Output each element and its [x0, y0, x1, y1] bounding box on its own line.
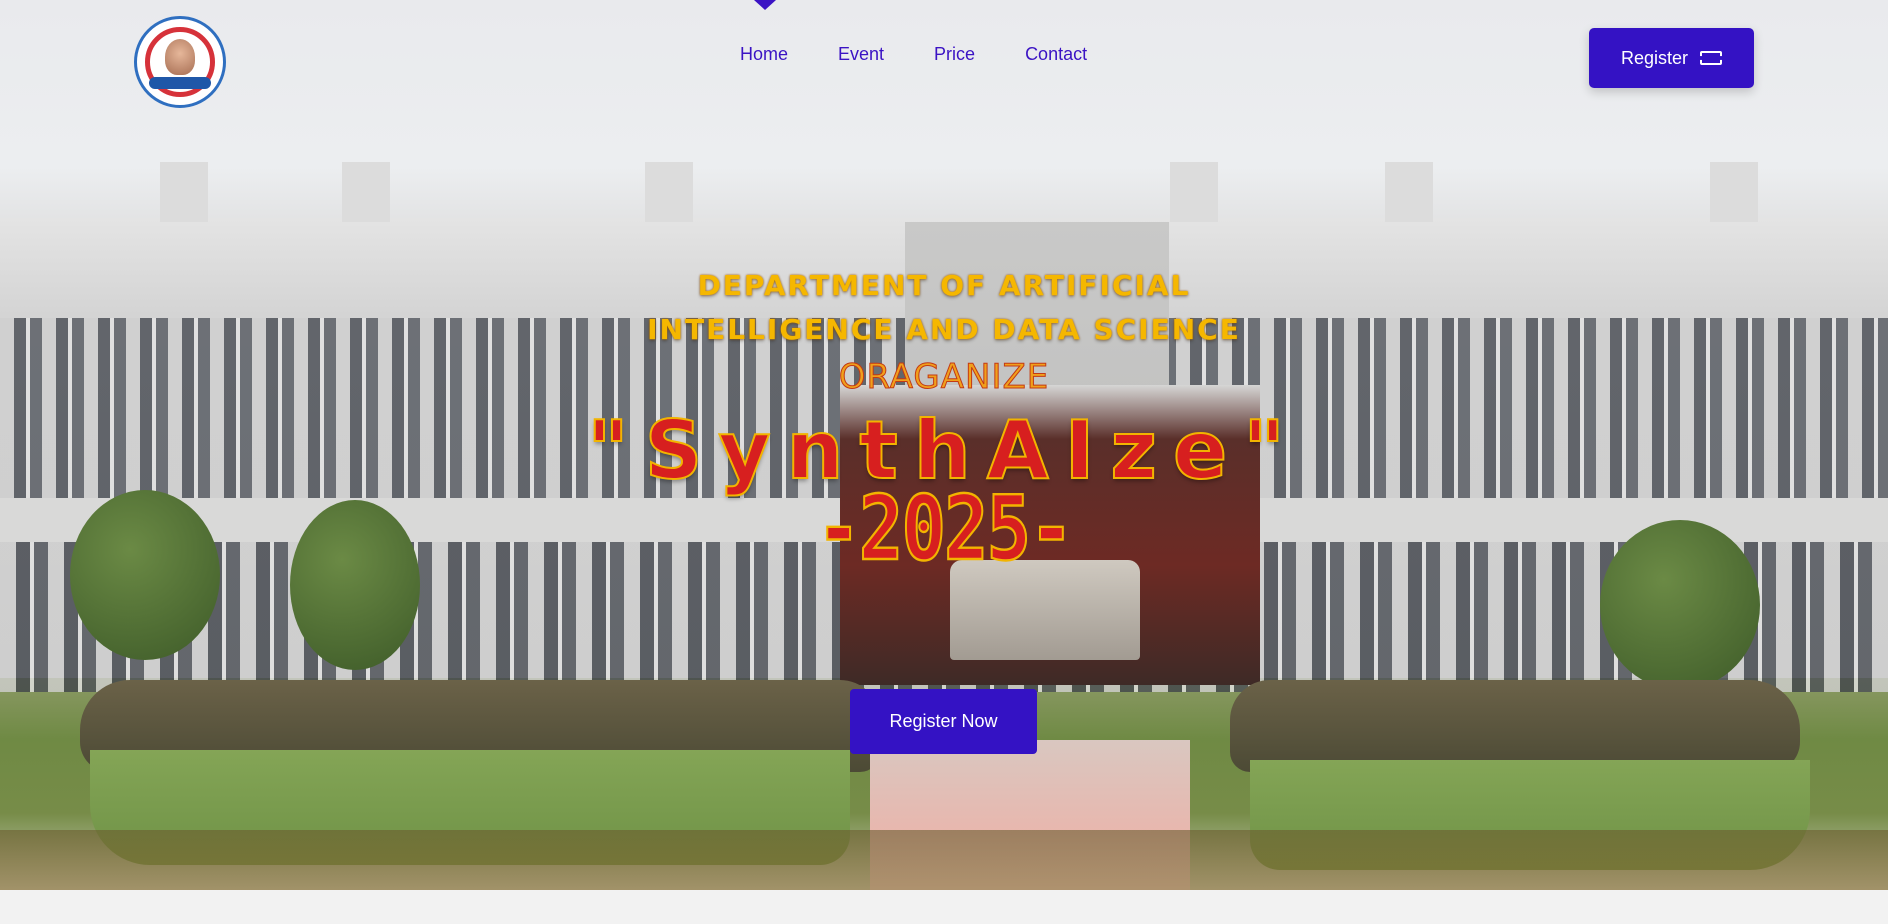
- nav-link-contact[interactable]: Contact: [1025, 44, 1087, 65]
- department-title-line1: DEPARTMENT OF ARTIFICIAL: [697, 269, 1191, 302]
- nav-link-price[interactable]: Price: [934, 44, 975, 65]
- hero-content: DEPARTMENT OF ARTIFICIAL INTELLIGENCE AN…: [0, 0, 1888, 924]
- register-button-label: Register: [1620, 47, 1689, 68]
- logo-banner: [149, 77, 211, 89]
- college-emblem-logo[interactable]: [134, 16, 226, 108]
- ticket-icon: [1699, 51, 1724, 65]
- register-now-button[interactable]: Register Now: [850, 689, 1037, 754]
- organize-text: ORAGANIZE: [838, 357, 1050, 398]
- nav-link-home[interactable]: Home: [740, 44, 788, 65]
- department-title: DEPARTMENT OF ARTIFICIAL INTELLIGENCE AN…: [544, 264, 1344, 352]
- active-nav-indicator: [754, 0, 776, 10]
- register-button[interactable]: Register: [1589, 28, 1754, 88]
- department-title-line2: INTELLIGENCE AND DATA SCIENCE: [647, 313, 1241, 346]
- nav-link-event[interactable]: Event: [838, 44, 884, 65]
- event-year: -2025-: [815, 476, 1074, 582]
- top-navigation: Home Event Price Contact Register: [0, 0, 1888, 120]
- logo-portrait: [165, 39, 195, 75]
- nav-menu: Home Event Price Contact: [740, 44, 1137, 65]
